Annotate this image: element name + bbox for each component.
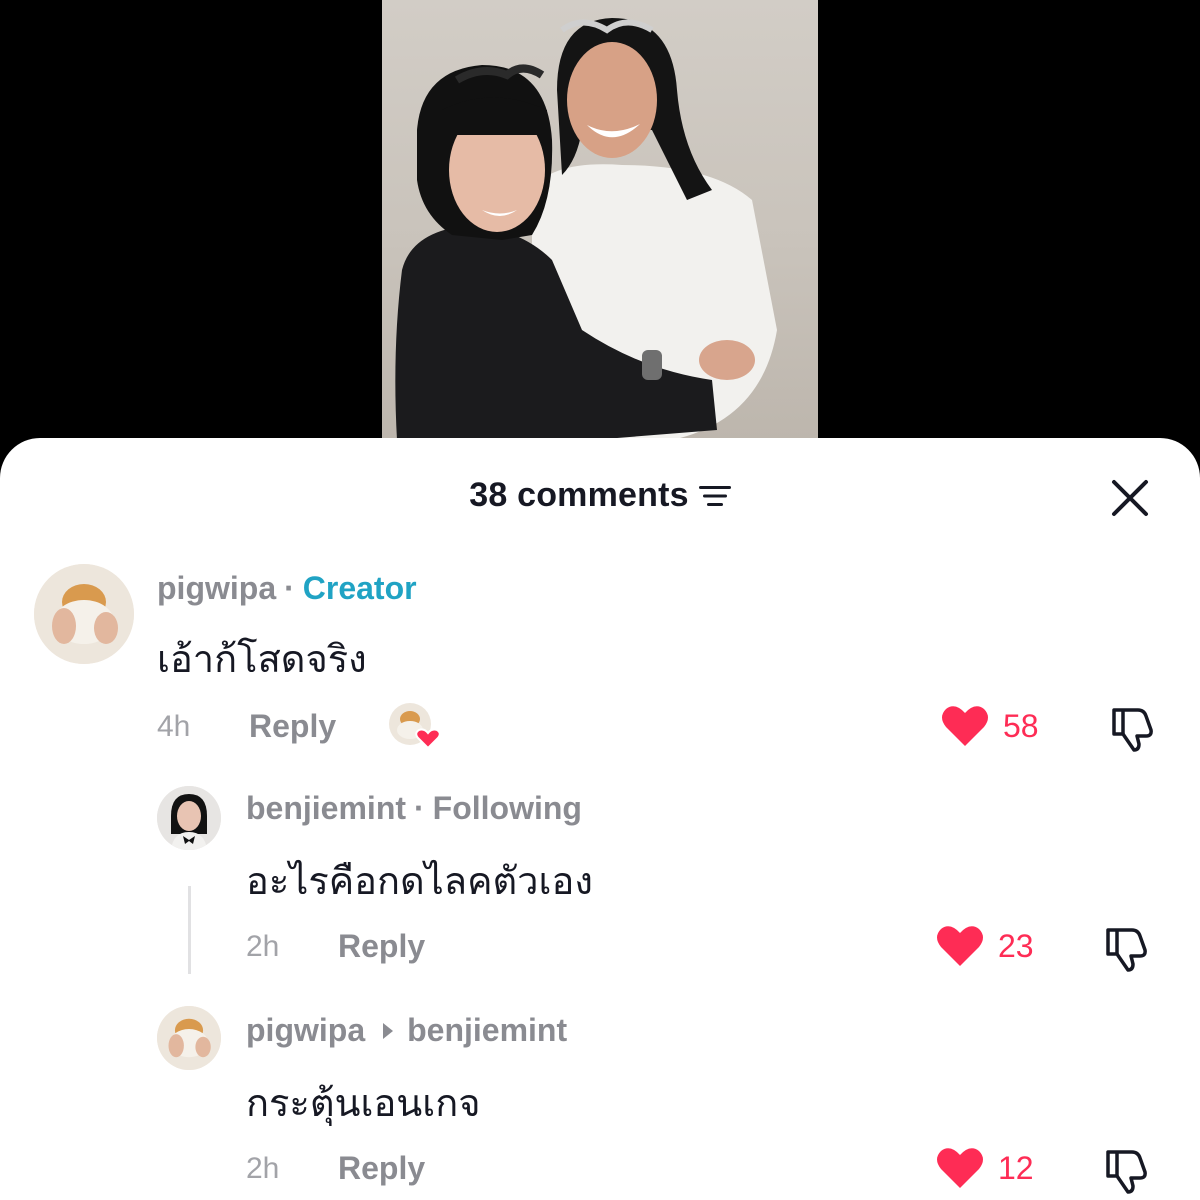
meta-separator: · [414, 790, 425, 826]
avatar[interactable] [157, 1006, 221, 1070]
comment-text: อะไรคือกดไลคตัวเอง [246, 861, 593, 903]
video-frame[interactable] [382, 0, 818, 440]
heart-filled-icon [942, 706, 988, 746]
username[interactable]: pigwipa [246, 1012, 365, 1048]
thread-line [188, 886, 191, 974]
comment-time: 4h [157, 710, 191, 743]
sort-lines-icon[interactable] [698, 484, 731, 508]
like-count: 12 [998, 1149, 1034, 1186]
heart-filled-icon [937, 926, 983, 966]
comment-text: กระตุ้นเอนเกจ [246, 1083, 481, 1125]
dislike-icon[interactable] [1102, 924, 1152, 974]
following-badge: Following [432, 790, 582, 826]
like-button[interactable]: 12 [936, 1146, 1034, 1190]
reply-button[interactable]: Reply [338, 928, 425, 965]
heart-filled-icon [937, 1148, 983, 1188]
username[interactable]: pigwipa [157, 570, 276, 606]
comment-count: 38 comments [469, 476, 689, 514]
reply-to-username[interactable]: benjiemint [407, 1012, 567, 1048]
meta-separator: · [284, 570, 295, 606]
comment-meta: pigwipa · Creator [157, 570, 417, 607]
creator-badge: Creator [302, 570, 417, 606]
avatar[interactable] [34, 564, 134, 664]
like-button[interactable]: 58 [941, 704, 1039, 748]
reply-button[interactable]: Reply [338, 1150, 425, 1187]
video-photo [395, 18, 777, 440]
username[interactable]: benjiemint [246, 790, 406, 826]
dislike-icon[interactable] [1102, 1146, 1152, 1196]
comment-meta: pigwipa benjiemint [246, 1012, 567, 1049]
comment-meta: benjiemint · Following [246, 790, 582, 827]
comment-text: เอ้าก้โสดจริง [157, 639, 367, 681]
like-count: 23 [998, 927, 1034, 964]
comment-time: 2h [246, 1152, 280, 1185]
liked-by-creator-icon [388, 702, 444, 752]
comment-time: 2h [246, 930, 280, 963]
comments-header: 38 comments [0, 438, 1200, 556]
video-area[interactable] [0, 0, 1200, 440]
dislike-icon[interactable] [1108, 704, 1158, 754]
avatar[interactable] [157, 786, 221, 850]
like-button[interactable]: 23 [936, 924, 1034, 968]
reply-arrow-icon [383, 1022, 394, 1039]
close-icon[interactable] [1110, 478, 1150, 518]
like-count: 58 [1003, 707, 1039, 744]
comments-sheet: 38 comments pigwipa · Creator เอ้าก้โสดจ… [0, 438, 1200, 1200]
reply-button[interactable]: Reply [249, 708, 336, 745]
